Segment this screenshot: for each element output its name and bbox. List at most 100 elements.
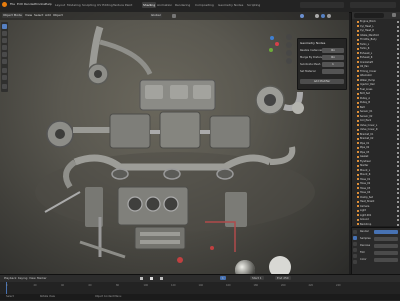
- denoise-field[interactable]: [374, 244, 398, 248]
- outliner-row[interactable]: Coil_Pack: [352, 119, 400, 123]
- outliner-row[interactable]: Pipe_01: [352, 142, 400, 146]
- workspace-tab-layout[interactable]: Layout: [54, 2, 66, 8]
- outliner-row[interactable]: Throttle_Body: [352, 38, 400, 42]
- outliner-row[interactable]: Hose_03: [352, 187, 400, 191]
- workspace-tab-sculpting[interactable]: Sculpting: [81, 2, 97, 8]
- current-frame-field[interactable]: 1: [220, 276, 226, 280]
- workspace-tab-shading[interactable]: Shading: [142, 2, 157, 8]
- menu-help[interactable]: Help: [45, 2, 52, 6]
- outliner-row[interactable]: Light.001: [352, 214, 400, 218]
- view-menu[interactable]: View: [29, 276, 36, 280]
- render-properties-tab-icon[interactable]: [353, 236, 357, 240]
- visibility-eye-icon[interactable]: [397, 178, 399, 181]
- realize-instances-field[interactable]: On: [322, 48, 344, 53]
- visibility-eye-icon[interactable]: [397, 52, 399, 55]
- visibility-eye-icon[interactable]: [397, 102, 399, 104]
- visibility-eye-icon[interactable]: [397, 30, 399, 32]
- outliner-row[interactable]: Timing_Cover: [352, 70, 400, 74]
- menu-file[interactable]: File: [10, 2, 15, 6]
- color-field[interactable]: [374, 258, 398, 262]
- jump-end-icon[interactable]: [160, 277, 163, 280]
- outliner-row[interactable]: Mount_R: [352, 173, 400, 177]
- visibility-eye-icon[interactable]: [397, 223, 399, 226]
- set-material-field[interactable]: [322, 69, 344, 74]
- outliner-row[interactable]: Valve_Cover_L: [352, 124, 400, 128]
- axis-x-icon[interactable]: [275, 42, 279, 46]
- workspace-tab-animation[interactable]: Animation: [156, 2, 173, 8]
- visibility-eye-icon[interactable]: [397, 111, 399, 113]
- render-engine-dropdown[interactable]: [374, 230, 398, 234]
- outliner-row[interactable]: Light: [352, 209, 400, 213]
- visibility-eye-icon[interactable]: [397, 192, 399, 194]
- outliner-row[interactable]: Injector_Rail: [352, 83, 400, 87]
- frame-start-field[interactable]: Start 1: [250, 276, 264, 280]
- outliner-row[interactable]: Crankshaft: [352, 61, 400, 65]
- pan-view-icon[interactable]: [286, 42, 292, 48]
- visibility-eye-icon[interactable]: [397, 160, 399, 163]
- visibility-eye-icon[interactable]: [397, 120, 399, 122]
- outliner-row[interactable]: Pulley_B: [352, 101, 400, 105]
- outliner-row[interactable]: Heat_Shield: [352, 200, 400, 204]
- visibility-eye-icon[interactable]: [397, 70, 399, 73]
- visibility-eye-icon[interactable]: [397, 138, 399, 140]
- outliner-row[interactable]: Hose_04: [352, 191, 400, 195]
- visibility-eye-icon[interactable]: [397, 169, 399, 172]
- outliner-row[interactable]: Ground: [352, 218, 400, 222]
- axis-y-icon[interactable]: [269, 48, 273, 52]
- outliner-row[interactable]: Turbo_L: [352, 43, 400, 47]
- visibility-eye-icon[interactable]: [397, 39, 399, 41]
- outliner-row[interactable]: Bracket_01: [352, 133, 400, 137]
- outliner-row[interactable]: Exhaust_L: [352, 52, 400, 56]
- output-properties-tab-icon[interactable]: [353, 242, 357, 246]
- visibility-eye-icon[interactable]: [397, 124, 399, 127]
- outliner-row[interactable]: Turbo_R: [352, 47, 400, 51]
- outliner-row[interactable]: Bracket_02: [352, 137, 400, 141]
- outliner-row[interactable]: Belt: [352, 106, 400, 110]
- visibility-eye-icon[interactable]: [397, 174, 399, 176]
- world-properties-tab-icon[interactable]: [353, 254, 357, 258]
- visibility-eye-icon[interactable]: [397, 205, 399, 208]
- workspace-tab-compositing[interactable]: Compositing: [194, 2, 215, 8]
- visibility-eye-icon[interactable]: [397, 147, 399, 149]
- visibility-eye-icon[interactable]: [397, 196, 399, 199]
- merge-by-distance-field[interactable]: On: [322, 55, 344, 60]
- perspective-toggle-icon[interactable]: [286, 58, 292, 64]
- visibility-eye-icon[interactable]: [397, 34, 399, 37]
- outliner-row[interactable]: Starter: [352, 164, 400, 168]
- visibility-eye-icon[interactable]: [397, 88, 399, 91]
- visibility-eye-icon[interactable]: [397, 25, 399, 28]
- visibility-eye-icon[interactable]: [397, 21, 399, 23]
- outliner-row[interactable]: Fuel_Lines: [352, 88, 400, 92]
- visibility-eye-icon[interactable]: [397, 115, 399, 118]
- visibility-eye-icon[interactable]: [397, 129, 399, 131]
- visibility-eye-icon[interactable]: [397, 97, 399, 100]
- visibility-eye-icon[interactable]: [397, 187, 399, 190]
- scene-properties-tab-icon[interactable]: [353, 248, 357, 252]
- visibility-eye-icon[interactable]: [397, 156, 399, 158]
- menu-edit[interactable]: Edit: [17, 2, 23, 6]
- outliner-row[interactable]: Bolt_Set: [352, 92, 400, 96]
- visibility-eye-icon[interactable]: [397, 48, 399, 50]
- workspace-tab-modeling[interactable]: Modeling: [66, 2, 82, 8]
- outliner-row[interactable]: Camera: [352, 205, 400, 209]
- visibility-eye-icon[interactable]: [397, 93, 399, 95]
- outliner-row[interactable]: Exhaust_R: [352, 56, 400, 60]
- jump-start-icon[interactable]: [140, 277, 143, 280]
- outliner-row[interactable]: Pipe_03: [352, 151, 400, 155]
- outliner-row[interactable]: Intake_Manifold: [352, 34, 400, 38]
- outliner-row[interactable]: Hose_02: [352, 182, 400, 186]
- play-icon[interactable]: [150, 277, 153, 280]
- outliner-row[interactable]: Hose_01: [352, 178, 400, 182]
- keying-menu[interactable]: Keying: [18, 276, 27, 280]
- add-modifier-button[interactable]: Add Modifier: [300, 79, 344, 84]
- visibility-eye-icon[interactable]: [397, 133, 399, 136]
- scene-selector[interactable]: [300, 2, 344, 8]
- visibility-eye-icon[interactable]: [397, 165, 399, 167]
- outliner-row[interactable]: Clamp_Set: [352, 196, 400, 200]
- outliner-row[interactable]: Sensor_02: [352, 115, 400, 119]
- outliner-row[interactable]: Oil_Pan: [352, 65, 400, 69]
- camera-view-icon[interactable]: [286, 50, 292, 56]
- film-field[interactable]: [374, 251, 398, 255]
- outliner-row[interactable]: Gasket: [352, 155, 400, 159]
- outliner-row[interactable]: Sensor_01: [352, 110, 400, 114]
